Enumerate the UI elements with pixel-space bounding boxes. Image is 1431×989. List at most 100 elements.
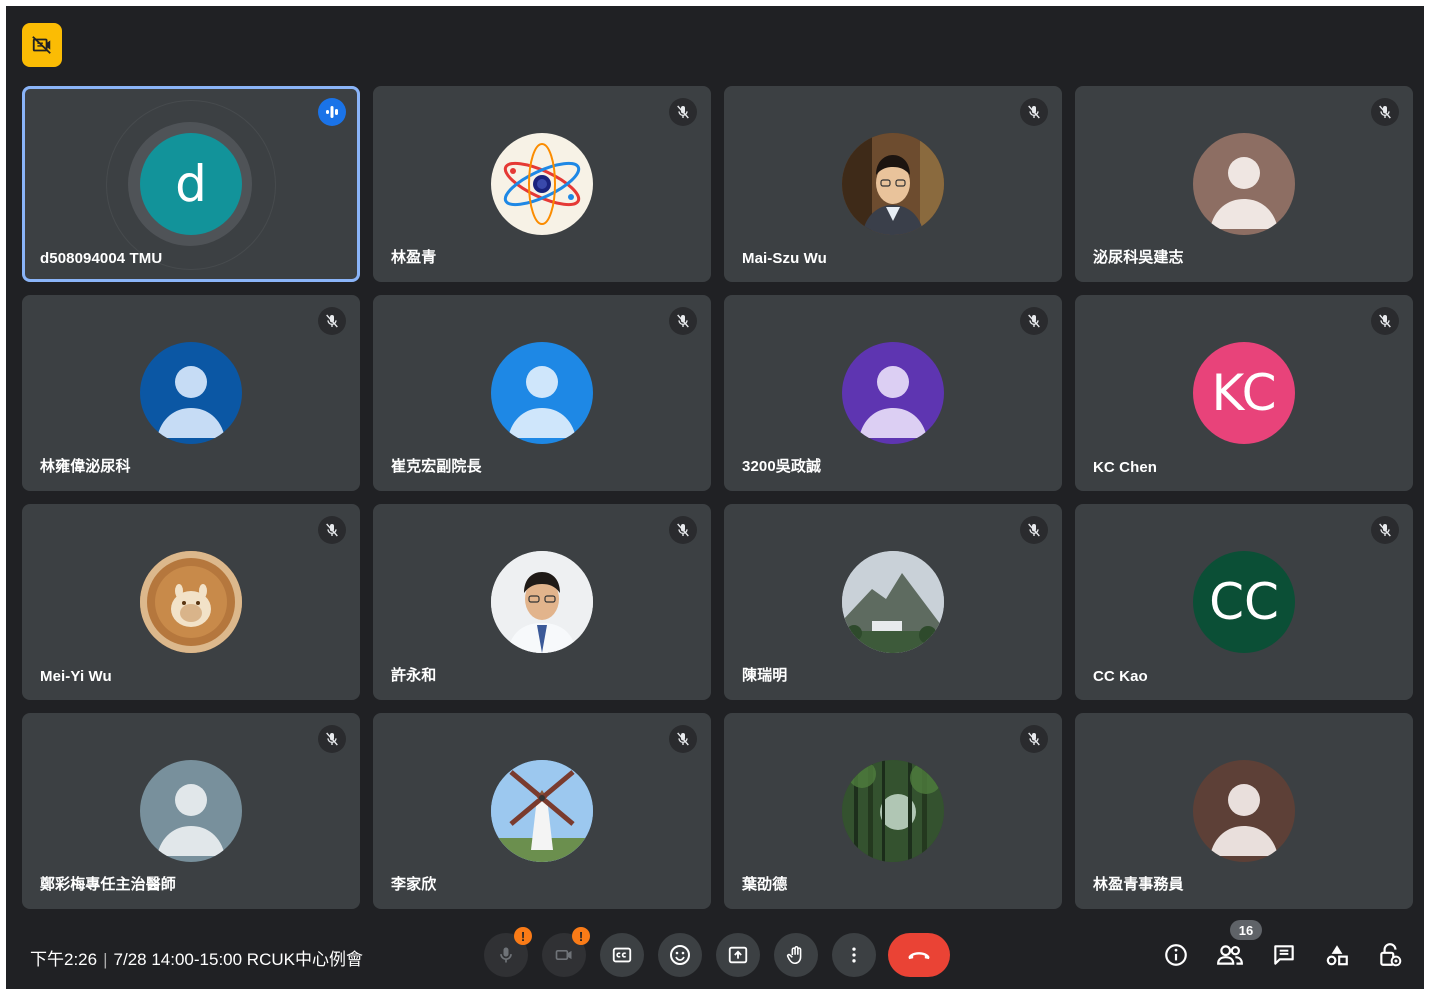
meeting-details: 下午2:26 | 7/28 14:00-15:00 RCUK中心例會: [30, 945, 363, 970]
mic-off-icon: [669, 307, 697, 335]
participant-name: 鄭彩梅專任主治醫師: [40, 876, 176, 893]
activities-icon: [1326, 945, 1348, 966]
participant-name: 崔克宏副院長: [391, 458, 482, 475]
end-call-icon: [908, 952, 930, 960]
warning-badge: !: [572, 927, 590, 945]
participant-tile[interactable]: 鄭彩梅專任主治醫師: [22, 713, 360, 909]
participant-tile[interactable]: 陳瑞明: [724, 504, 1062, 700]
camera-toggle-button[interactable]: !: [542, 927, 590, 977]
captions-button[interactable]: [600, 933, 644, 977]
mic-off-icon: [318, 725, 346, 753]
participant-name: 3200吳政誠: [742, 458, 822, 475]
avatar-windmill-photo: [491, 760, 593, 862]
participant-tile[interactable]: Mei-Yi Wu: [22, 504, 360, 700]
warning-badge: !: [514, 927, 532, 945]
mic-off-icon: [669, 516, 697, 544]
avatar-bamboo-forest-photo: [842, 760, 944, 862]
participant-tile[interactable]: 3200吳政誠: [724, 295, 1062, 491]
present-icon: [728, 946, 748, 964]
present-now-button[interactable]: [716, 933, 760, 977]
mic-off-icon: [1371, 98, 1399, 126]
avatar-default-person: [1193, 133, 1295, 235]
leave-call-button[interactable]: [888, 933, 950, 977]
avatar-initials: d: [175, 155, 207, 213]
separator: |: [103, 950, 108, 969]
participant-name: KC Chen: [1093, 459, 1158, 476]
participant-tile[interactable]: 林盈青: [373, 86, 711, 282]
activities-button[interactable]: [1319, 937, 1355, 973]
participant-tile[interactable]: d d508094004 TMU: [22, 86, 360, 282]
mic-off-icon: [1020, 725, 1048, 753]
more-options-icon: [852, 947, 856, 963]
people-button[interactable]: [1212, 937, 1248, 973]
microphone-toggle-button[interactable]: !: [484, 927, 532, 977]
mic-off-icon: [318, 307, 346, 335]
avatar: d: [140, 133, 242, 235]
clock-time: 下午2:26: [30, 950, 98, 969]
avatar-initials: CC: [1209, 573, 1279, 631]
mic-off-icon: [669, 98, 697, 126]
avatar-default-person: [1193, 760, 1295, 862]
avatar-atom-photo: [491, 133, 593, 235]
chat-button[interactable]: [1266, 937, 1302, 973]
participant-name: 林盈青: [391, 249, 437, 266]
participant-name: 林盈青事務員: [1093, 876, 1184, 893]
avatar-initials: KC: [1211, 364, 1277, 422]
participant-tile[interactable]: 李家欣: [373, 713, 711, 909]
avatar-default-person: [491, 342, 593, 444]
participant-name: 許永和: [391, 667, 437, 684]
reactions-button[interactable]: [658, 933, 702, 977]
mic-off-icon: [669, 725, 697, 753]
mic-off-icon: [1371, 307, 1399, 335]
avatar-latte-art-photo: [140, 551, 242, 653]
participant-name: 李家欣: [391, 876, 437, 893]
mic-off-icon: [1371, 516, 1399, 544]
participant-name: 林雍偉泌尿科: [40, 458, 131, 475]
raise-hand-button[interactable]: [774, 933, 818, 977]
meet-window: d d508094004 TMU 林盈青 Mai-Szu Wu 泌尿科吳建志 林…: [6, 6, 1424, 989]
speaking-indicator-icon: [318, 98, 346, 126]
avatar-man-portrait-photo: [842, 133, 944, 235]
meeting-title: 7/28 14:00-15:00 RCUK中心例會: [113, 950, 363, 969]
participant-tile[interactable]: Mai-Szu Wu: [724, 86, 1062, 282]
avatar: KC: [1193, 342, 1295, 444]
people-icon: [1217, 945, 1243, 965]
chat-icon: [1274, 945, 1294, 965]
avatar-default-person: [842, 342, 944, 444]
more-options-button[interactable]: [832, 933, 876, 977]
camera-off-icon: [555, 950, 572, 960]
host-controls-button[interactable]: [1372, 937, 1408, 973]
participant-tile[interactable]: 林盈青事務員: [1075, 713, 1413, 909]
participant-name: Mai-Szu Wu: [742, 250, 827, 267]
hidden-self-view-icon: [32, 36, 51, 54]
participant-tile[interactable]: KC KC Chen: [1075, 295, 1413, 491]
avatar-default-person: [140, 760, 242, 862]
avatar-default-person: [140, 342, 242, 444]
meeting-details-button[interactable]: [1158, 937, 1194, 973]
mic-off-icon: [1020, 307, 1048, 335]
mic-off-icon: [318, 516, 346, 544]
control-bar: 下午2:26 | 7/28 14:00-15:00 RCUK中心例會 ! ! 1…: [6, 920, 1424, 989]
participant-tile[interactable]: 泌尿科吳建志: [1075, 86, 1413, 282]
info-icon: [1165, 944, 1187, 966]
avatar-mountain-photo: [842, 551, 944, 653]
participant-tile[interactable]: 許永和: [373, 504, 711, 700]
emoji-icon: [670, 945, 690, 965]
participant-name: 陳瑞明: [742, 667, 788, 684]
avatar: CC: [1193, 551, 1295, 653]
participant-tile[interactable]: CC CC Kao: [1075, 504, 1413, 700]
mic-off-icon: [1020, 516, 1048, 544]
participant-name: 泌尿科吳建志: [1093, 249, 1184, 266]
participant-name: CC Kao: [1093, 668, 1148, 685]
participant-name: d508094004 TMU: [40, 250, 163, 267]
mic-off-icon: [1020, 98, 1048, 126]
host-controls-icon: [1380, 943, 1402, 967]
raise-hand-icon: [786, 946, 802, 965]
mic-off-icon: [500, 947, 512, 963]
participant-tile[interactable]: 崔克宏副院長: [373, 295, 711, 491]
participant-name: Mei-Yi Wu: [40, 668, 112, 685]
participant-tile[interactable]: 林雍偉泌尿科: [22, 295, 360, 491]
hidden-self-view-badge[interactable]: [22, 23, 62, 67]
captions-icon: [612, 947, 632, 963]
participant-tile[interactable]: 葉劭德: [724, 713, 1062, 909]
